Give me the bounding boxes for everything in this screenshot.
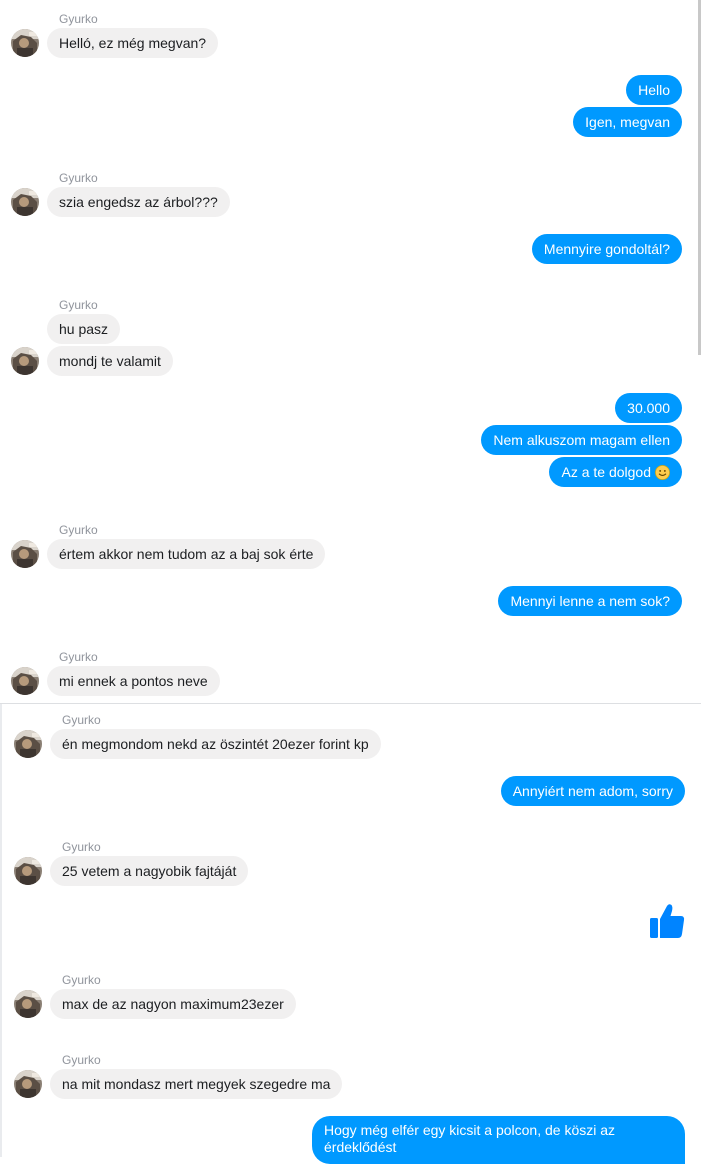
contact-avatar[interactable]: [11, 347, 39, 375]
sender-name: Gyurko: [59, 298, 98, 312]
sender-name: Gyurko: [59, 171, 98, 185]
outgoing-message: Nem alkuszom magam ellen: [481, 425, 682, 455]
contact-avatar[interactable]: [11, 29, 39, 57]
outgoing-message: 30.000: [615, 393, 682, 423]
sender-name: Gyurko: [59, 12, 98, 26]
incoming-message: 25 vetem a nagyobik fajtáját: [50, 856, 249, 886]
screenshot-divider: [0, 703, 701, 704]
incoming-message: hu pasz: [47, 314, 121, 344]
incoming-message: na mit mondasz mert megyek szegedre ma: [50, 1069, 343, 1099]
sender-name: Gyurko: [62, 1053, 101, 1067]
sender-name: Gyurko: [59, 650, 98, 664]
smiley-face-icon: [655, 465, 670, 480]
contact-avatar[interactable]: [11, 188, 39, 216]
outgoing-message: Igen, megvan: [573, 107, 682, 137]
outgoing-message: Az a te dolgod: [549, 457, 682, 487]
panel-edge: [0, 704, 2, 1157]
contact-avatar[interactable]: [11, 667, 39, 695]
outgoing-message: Mennyire gondoltál?: [531, 234, 682, 264]
sender-name: Gyurko: [62, 713, 101, 727]
sender-name: Gyurko: [62, 973, 101, 987]
contact-avatar[interactable]: [14, 1070, 42, 1098]
contact-avatar[interactable]: [14, 857, 42, 885]
contact-avatar[interactable]: [14, 990, 42, 1018]
incoming-message: Helló, ez még megvan?: [47, 28, 219, 58]
outgoing-message: Hello: [626, 75, 682, 105]
incoming-message: mondj te valamit: [47, 346, 173, 376]
incoming-message: mi ennek a pontos neve: [47, 666, 220, 696]
incoming-message: max de az nagyon maximum23ezer: [50, 989, 296, 1019]
contact-avatar[interactable]: [11, 540, 39, 568]
incoming-message: én megmondom nekd az öszintét 20ezer for…: [50, 729, 381, 759]
sender-name: Gyurko: [62, 840, 101, 854]
outgoing-message-text: Az a te dolgod: [561, 464, 651, 480]
contact-avatar[interactable]: [14, 730, 42, 758]
outgoing-message: Annyiért nem adom, sorry: [500, 776, 685, 806]
outgoing-message: Mennyi lenne a nem sok?: [498, 586, 682, 616]
incoming-message: értem akkor nem tudom az a baj sok érte: [47, 539, 326, 569]
sender-name: Gyurko: [59, 523, 98, 537]
incoming-message: szia engedsz az árbol???: [47, 187, 230, 217]
thumbs-up-icon: [650, 904, 685, 938]
